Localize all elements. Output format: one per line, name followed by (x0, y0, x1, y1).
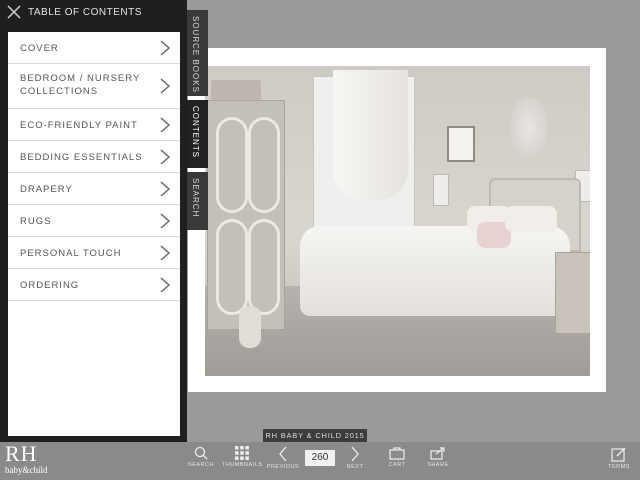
rh-logo: RH baby&child (5, 441, 48, 476)
next-button[interactable]: NEXT (342, 446, 368, 470)
toc-item-bedroom-nursery[interactable]: BEDROOM / NURSERY COLLECTIONS (8, 64, 180, 109)
curtain (333, 70, 408, 200)
tab-label: SEARCH (191, 178, 200, 218)
chevron-right-icon (160, 180, 171, 197)
toc-item-rugs[interactable]: RUGS (8, 205, 180, 237)
catalog-photo (205, 66, 590, 376)
logo-subtitle: baby&child (5, 465, 48, 475)
tab-label: CONTENTS (191, 106, 200, 158)
armoire-panel (216, 219, 248, 315)
share-label: SHARE (427, 462, 449, 468)
toc-item-label: RUGS (20, 216, 52, 227)
search-label: SEARCH (188, 462, 214, 468)
toc-list: COVER BEDROOM / NURSERY COLLECTIONS ECO-… (8, 32, 180, 436)
toc-header: TABLE OF CONTENTS (0, 0, 187, 28)
close-icon[interactable] (4, 4, 24, 24)
page-number-field[interactable]: 260 (305, 450, 335, 466)
thumbnails-button[interactable]: THUMBNAILS (222, 446, 262, 468)
bed (300, 226, 570, 316)
storage-boxes (211, 80, 261, 100)
toc-item-label: BEDDING ESSENTIALS (20, 152, 143, 163)
edit-icon (611, 447, 626, 462)
toc-item-personal-touch[interactable]: PERSONAL TOUCH (8, 237, 180, 269)
share-icon (430, 447, 445, 460)
pendant-lamp (433, 174, 449, 206)
toc-item-drapery[interactable]: DRAPERY (8, 173, 180, 205)
toc-item-cover[interactable]: COVER (8, 32, 180, 64)
chevron-right-icon (160, 116, 171, 133)
bag-icon (389, 447, 405, 460)
chevron-left-icon (279, 446, 287, 462)
next-label: NEXT (346, 464, 364, 470)
toc-item-label: ECO-FRIENDLY PAINT (20, 120, 138, 131)
chevron-right-icon (160, 148, 171, 165)
nightstand (555, 252, 590, 334)
toc-item-label: BEDROOM / NURSERY COLLECTIONS (20, 73, 141, 97)
toc-panel: TABLE OF CONTENTS COVER BEDROOM / NURSER… (0, 0, 187, 442)
toc-item-ordering[interactable]: ORDERING (8, 269, 180, 301)
toc-title: TABLE OF CONTENTS (28, 7, 142, 18)
armoire-panel (248, 219, 280, 315)
tab-label: SOURCE BOOKS (191, 16, 200, 93)
wall-wings (511, 98, 547, 158)
share-button[interactable]: SHARE (424, 446, 452, 468)
toc-item-eco-paint[interactable]: ECO-FRIENDLY PAINT (8, 109, 180, 141)
terms-label: TERMS (608, 464, 630, 470)
armoire-panel (216, 117, 248, 213)
chevron-right-icon (351, 446, 359, 462)
previous-label: PREVIOUS (266, 464, 300, 470)
toc-item-label: PERSONAL TOUCH (20, 248, 122, 259)
search-button[interactable]: SEARCH (186, 446, 216, 468)
grid-icon (235, 446, 249, 460)
issue-label: RH BABY & CHILD 2015 (263, 429, 367, 443)
wall-frame (447, 126, 475, 162)
toc-item-bedding[interactable]: BEDDING ESSENTIALS (8, 141, 180, 173)
tab-contents[interactable]: CONTENTS (187, 100, 208, 168)
thumbnails-label: THUMBNAILS (222, 462, 263, 468)
toc-item-label: COVER (20, 43, 59, 54)
logo-mark: RH (5, 441, 38, 466)
toc-item-label: DRAPERY (20, 184, 73, 195)
chevron-right-icon (160, 276, 171, 293)
chevron-right-icon (160, 244, 171, 261)
terms-button[interactable]: TERMS (604, 446, 634, 470)
pillow (505, 206, 557, 232)
armoire (207, 100, 285, 330)
search-icon (194, 446, 208, 460)
armoire-panel (248, 117, 280, 213)
chevron-right-icon (160, 212, 171, 229)
plush-toy (239, 306, 261, 348)
cart-label: CART (388, 462, 406, 468)
cart-button[interactable]: CART (384, 446, 410, 468)
toc-item-label: ORDERING (20, 280, 80, 291)
tab-search[interactable]: SEARCH (187, 172, 208, 230)
chevron-right-icon (160, 78, 171, 94)
previous-button[interactable]: PREVIOUS (266, 446, 300, 470)
tab-source-books[interactable]: SOURCE BOOKS (187, 10, 208, 96)
chevron-right-icon (160, 39, 171, 56)
